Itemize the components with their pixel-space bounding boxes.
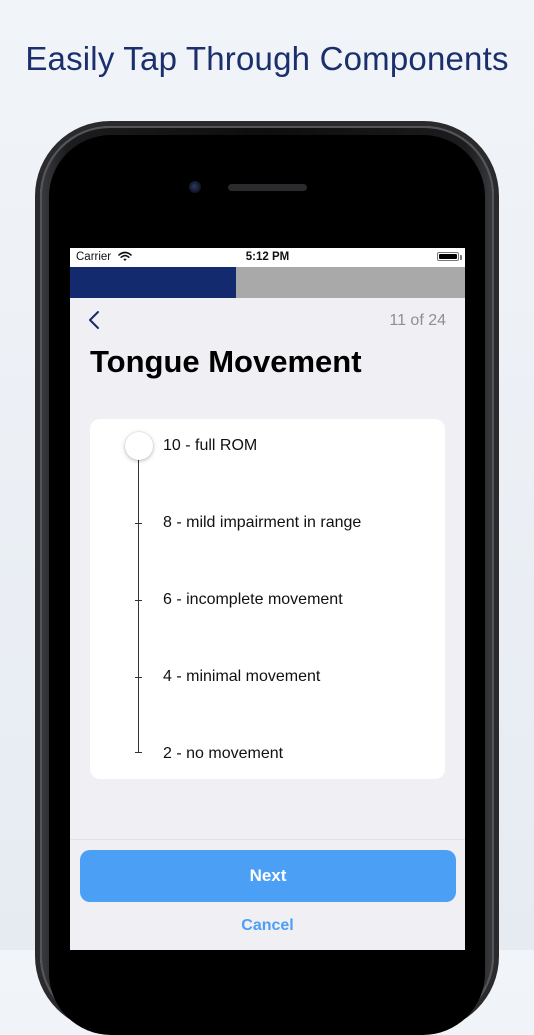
progress-fill [70, 267, 236, 298]
app-screen: Carrier 5:12 PM 11 of 24 Tongue Movement [70, 248, 465, 950]
scale-option-6[interactable]: 6 - incomplete movement [163, 591, 343, 609]
slider-tick [135, 600, 142, 601]
progress-bar [70, 267, 465, 298]
promo-title: Easily Tap Through Components [25, 40, 509, 77]
slider-track[interactable] [138, 446, 139, 752]
slider-tick [135, 677, 142, 678]
bottom-action-bar: Next Cancel [70, 839, 465, 950]
scale-option-2[interactable]: 2 - no movement [163, 745, 283, 763]
step-counter: 11 of 24 [389, 312, 446, 329]
earpiece-speaker [228, 184, 307, 191]
slider-tick [135, 752, 142, 753]
slider-thumb[interactable] [125, 432, 153, 460]
scale-option-4[interactable]: 4 - minimal movement [163, 668, 320, 686]
scale-option-10[interactable]: 10 - full ROM [163, 437, 257, 455]
next-button[interactable]: Next [80, 850, 456, 902]
slider-tick [135, 523, 142, 524]
front-camera [189, 181, 201, 193]
chevron-left-icon [89, 311, 99, 329]
status-time: 5:12 PM [245, 251, 290, 263]
back-button[interactable] [84, 308, 104, 332]
cancel-button[interactable]: Cancel [70, 917, 465, 935]
scale-option-8[interactable]: 8 - mild impairment in range [163, 514, 361, 532]
battery-icon [437, 252, 459, 261]
battery-tip [460, 255, 462, 260]
page-title: Tongue Movement [90, 344, 362, 379]
rating-scale-card: 10 - full ROM 8 - mild impairment in ran… [90, 419, 445, 779]
status-bar: Carrier 5:12 PM [70, 248, 465, 267]
